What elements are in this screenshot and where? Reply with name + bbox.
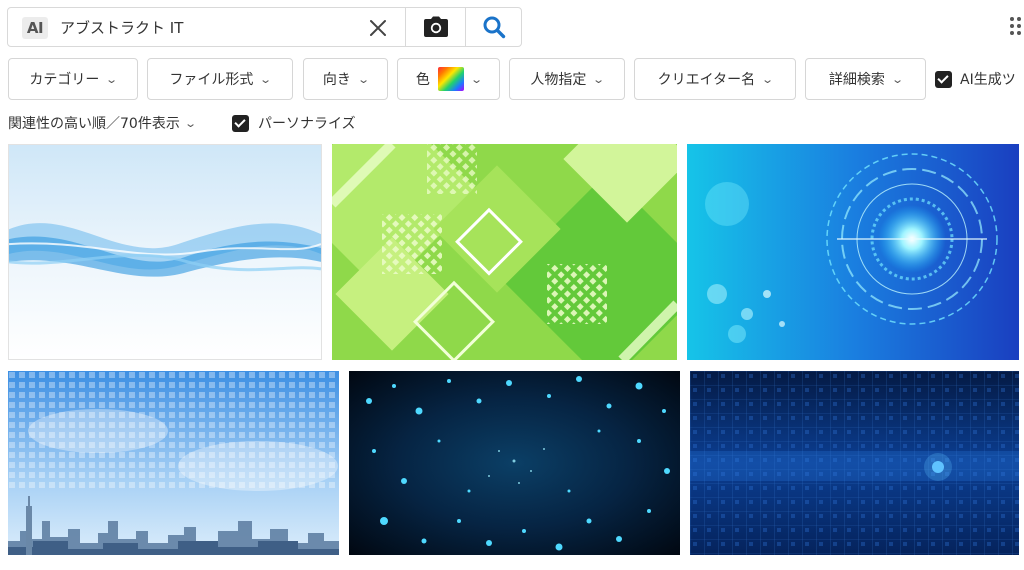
image-search-button[interactable]	[405, 8, 466, 46]
more-options-button[interactable]	[1010, 13, 1024, 39]
personalize-label: パーソナライズ	[258, 116, 356, 132]
checkbox-checked-icon[interactable]	[935, 70, 952, 88]
result-image-city-sky-digital[interactable]	[8, 371, 339, 555]
color-swatch-icon	[437, 67, 464, 91]
filter-file-format[interactable]: ファイル形式 ⌄	[147, 58, 293, 100]
ai-generated-filter[interactable]: AI生成ツ	[935, 68, 1016, 90]
chevron-down-icon: ⌄	[592, 72, 606, 86]
result-image-blue-digital-grid[interactable]	[690, 371, 1019, 555]
filter-file-format-label: ファイル形式	[169, 72, 254, 88]
filter-creator[interactable]: クリエイター名 ⌄	[634, 58, 796, 100]
filter-color[interactable]: 色 ⌄	[397, 58, 500, 100]
sort-label: 関連性の高い順／70件表示	[8, 116, 180, 132]
chevron-down-icon: ⌄	[105, 72, 119, 86]
filter-person-label: 人物指定	[530, 72, 587, 88]
thumbnail-image	[8, 371, 339, 555]
filter-advanced[interactable]: 詳細検索 ⌄	[805, 58, 926, 100]
filter-color-label: 色	[415, 72, 430, 88]
chevron-down-icon: ⌄	[259, 72, 273, 86]
chevron-down-icon: ⌄	[761, 72, 775, 86]
clear-search-button[interactable]	[366, 16, 390, 40]
filter-creator-label: クリエイター名	[657, 72, 756, 88]
thumbnail-image	[690, 371, 1019, 555]
thumbnail-image	[349, 371, 680, 555]
result-image-blue-cyber-circle[interactable]	[687, 144, 1019, 360]
ai-generated-filter-label: AI生成ツ	[960, 72, 1016, 88]
chevron-down-icon: ⌄	[183, 116, 197, 130]
filter-orientation-label: 向き	[322, 72, 351, 88]
camera-icon	[424, 16, 448, 37]
close-icon	[370, 20, 386, 36]
chevron-down-icon: ⌄	[357, 72, 370, 86]
chevron-down-icon: ⌄	[891, 72, 904, 86]
search-bar: AI	[7, 7, 522, 47]
search-icon	[483, 16, 506, 39]
search-button[interactable]	[465, 8, 522, 46]
filter-advanced-label: 詳細検索	[828, 72, 885, 88]
sort-dropdown[interactable]: 関連性の高い順／70件表示 ⌄	[8, 112, 197, 134]
checkbox-checked-icon[interactable]	[232, 114, 249, 132]
filter-category-label: カテゴリー	[29, 72, 100, 88]
ai-search-badge[interactable]: AI	[22, 17, 48, 39]
filter-orientation[interactable]: 向き ⌄	[303, 58, 388, 100]
chevron-down-icon: ⌄	[470, 72, 483, 86]
thumbnail-image	[9, 145, 321, 359]
result-image-green-geometric[interactable]	[332, 144, 677, 360]
filter-person[interactable]: 人物指定 ⌄	[509, 58, 625, 100]
result-image-dark-particle-burst[interactable]	[349, 371, 680, 555]
thumbnail-image	[332, 144, 677, 360]
result-image-light-blue-wave[interactable]	[8, 144, 322, 360]
search-input[interactable]	[60, 16, 360, 38]
personalize-toggle[interactable]: パーソナライズ	[232, 112, 356, 134]
filter-category[interactable]: カテゴリー ⌄	[8, 58, 138, 100]
thumbnail-image	[687, 144, 1019, 360]
